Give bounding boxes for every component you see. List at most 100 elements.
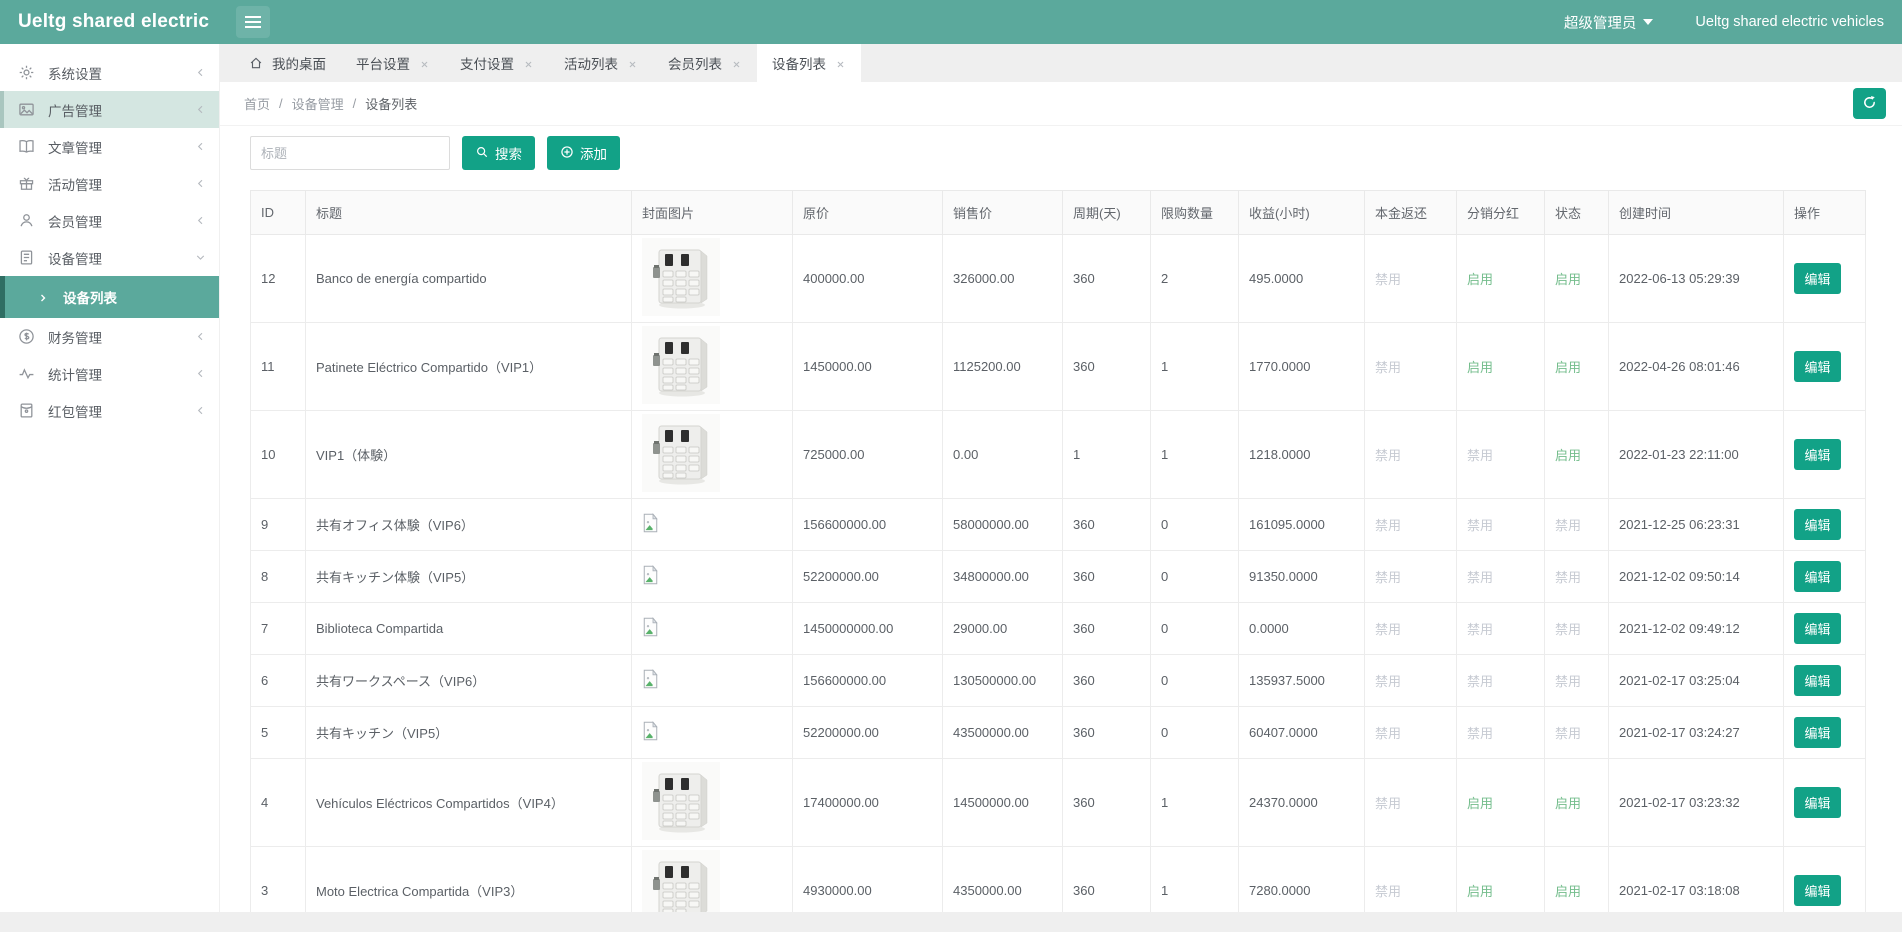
status-text: 禁用 <box>1375 518 1401 533</box>
row-actions: 编辑 <box>1784 759 1866 847</box>
table-row: 4Vehículos Eléctricos Compartidos（VIP4）1… <box>251 759 1866 847</box>
edit-button[interactable]: 编辑 <box>1794 717 1841 748</box>
row-distribution-status: 禁用 <box>1457 411 1545 499</box>
sidebar-item-redpacket-management[interactable]: 红包管理 <box>0 392 219 429</box>
book-icon <box>18 138 35 155</box>
edit-button[interactable]: 编辑 <box>1794 263 1841 294</box>
tab-activity-list[interactable]: 活动列表 <box>549 44 653 82</box>
edit-button[interactable]: 编辑 <box>1794 439 1841 470</box>
tab-member-list[interactable]: 会员列表 <box>653 44 757 82</box>
close-icon[interactable] <box>731 58 742 69</box>
tab-platform-settings[interactable]: 平台设置 <box>341 44 445 82</box>
row-original-price: 1450000.00 <box>793 323 943 411</box>
row-cover <box>632 707 793 759</box>
row-income: 1770.0000 <box>1239 323 1365 411</box>
status-text: 启用 <box>1555 448 1581 463</box>
status-text: 禁用 <box>1467 448 1493 463</box>
row-distribution-status: 启用 <box>1457 235 1545 323</box>
row-limit: 0 <box>1151 603 1239 655</box>
broken-image-icon <box>642 729 659 744</box>
row-cover <box>632 603 793 655</box>
row-created-time: 2021-12-25 06:23:31 <box>1609 499 1784 551</box>
breadcrumb-item[interactable]: 设备管理 <box>292 94 344 113</box>
row-distribution-status: 禁用 <box>1457 551 1545 603</box>
brand-title: Ueltg shared electric <box>0 11 220 33</box>
sidebar-item-ad-management[interactable]: 广告管理 <box>0 91 219 128</box>
sidebar-item-activity-management[interactable]: 活动管理 <box>0 165 219 202</box>
edit-button[interactable]: 编辑 <box>1794 613 1841 644</box>
column-header: 状态 <box>1545 191 1609 235</box>
close-icon[interactable] <box>835 58 846 69</box>
sidebar-item-article-management[interactable]: 文章管理 <box>0 128 219 165</box>
device-photo <box>642 304 720 319</box>
sidebar-item-member-management[interactable]: 会员管理 <box>0 202 219 239</box>
row-actions: 编辑 <box>1784 323 1866 411</box>
status-text: 禁用 <box>1375 570 1401 585</box>
sidebar-item-device-management[interactable]: 设备管理 <box>0 239 219 276</box>
image-icon <box>18 101 35 118</box>
edit-button[interactable]: 编辑 <box>1794 787 1841 818</box>
sidebar-subitem-device-list[interactable]: 设备列表 <box>0 276 219 318</box>
row-sale-price: 0.00 <box>943 411 1063 499</box>
status-text: 启用 <box>1555 272 1581 287</box>
row-created-time: 2021-02-17 03:24:27 <box>1609 707 1784 759</box>
column-header: 创建时间 <box>1609 191 1784 235</box>
sidebar-toggle-button[interactable] <box>236 6 270 38</box>
row-status: 禁用 <box>1545 707 1609 759</box>
row-period: 360 <box>1063 499 1151 551</box>
row-title: 共有キッチン（VIP5） <box>306 707 632 759</box>
edit-button[interactable]: 编辑 <box>1794 509 1841 540</box>
edit-button[interactable]: 编辑 <box>1794 665 1841 696</box>
status-text: 禁用 <box>1467 726 1493 741</box>
status-text: 启用 <box>1467 272 1493 287</box>
row-title: Patinete Eléctrico Compartido（VIP1） <box>306 323 632 411</box>
status-text: 禁用 <box>1375 360 1401 375</box>
red-envelope-icon <box>18 402 35 419</box>
row-sale-price: 14500000.00 <box>943 759 1063 847</box>
toolbar: 搜索 添加 <box>250 136 1866 170</box>
table-row: 5共有キッチン（VIP5）52200000.0043500000.0036006… <box>251 707 1866 759</box>
search-button[interactable]: 搜索 <box>462 136 535 170</box>
row-title: Biblioteca Compartida <box>306 603 632 655</box>
row-limit: 1 <box>1151 323 1239 411</box>
tab-my-desktop[interactable]: 我的桌面 <box>234 44 341 82</box>
row-status: 禁用 <box>1545 655 1609 707</box>
edit-button[interactable]: 编辑 <box>1794 351 1841 382</box>
breadcrumb-row: 首页/设备管理/设备列表 <box>220 82 1902 126</box>
row-distribution-status: 启用 <box>1457 759 1545 847</box>
row-distribution-status: 禁用 <box>1457 707 1545 759</box>
row-principal-status: 禁用 <box>1365 847 1457 913</box>
role-dropdown[interactable]: 超级管理员 <box>1564 12 1654 33</box>
close-icon[interactable] <box>523 58 534 69</box>
refresh-button[interactable] <box>1853 88 1886 119</box>
row-id: 7 <box>251 603 306 655</box>
sidebar-item-finance-management[interactable]: 财务管理 <box>0 318 219 355</box>
tab-device-list[interactable]: 设备列表 <box>757 44 861 82</box>
row-id: 11 <box>251 323 306 411</box>
add-button[interactable]: 添加 <box>547 136 620 170</box>
sidebar-item-stats-management[interactable]: 统计管理 <box>0 355 219 392</box>
table-header-row: ID标题封面图片原价销售价周期(天)限购数量收益(小时)本金返还分销分红状态创建… <box>251 191 1866 235</box>
sidebar-item-system-settings[interactable]: 系统设置 <box>0 54 219 91</box>
row-limit: 0 <box>1151 707 1239 759</box>
row-status: 启用 <box>1545 847 1609 913</box>
status-text: 启用 <box>1555 884 1581 899</box>
row-income: 24370.0000 <box>1239 759 1365 847</box>
close-icon[interactable] <box>627 58 638 69</box>
table-row: 3Moto Electrica Compartida（VIP3）4930000.… <box>251 847 1866 913</box>
edit-button[interactable]: 编辑 <box>1794 875 1841 906</box>
tab-payment-settings[interactable]: 支付设置 <box>445 44 549 82</box>
broken-image-icon <box>642 573 659 588</box>
chevron-left-icon <box>194 177 207 190</box>
breadcrumb-item[interactable]: 首页 <box>244 94 270 113</box>
row-sale-price: 130500000.00 <box>943 655 1063 707</box>
row-id: 6 <box>251 655 306 707</box>
sidebar: 系统设置广告管理文章管理活动管理会员管理设备管理设备列表财务管理统计管理红包管理 <box>0 44 220 912</box>
arrow-right-icon <box>37 291 49 303</box>
search-input[interactable] <box>250 136 450 170</box>
close-icon[interactable] <box>419 58 430 69</box>
row-principal-status: 禁用 <box>1365 759 1457 847</box>
edit-button[interactable]: 编辑 <box>1794 561 1841 592</box>
status-text: 禁用 <box>1375 726 1401 741</box>
column-header: 限购数量 <box>1151 191 1239 235</box>
